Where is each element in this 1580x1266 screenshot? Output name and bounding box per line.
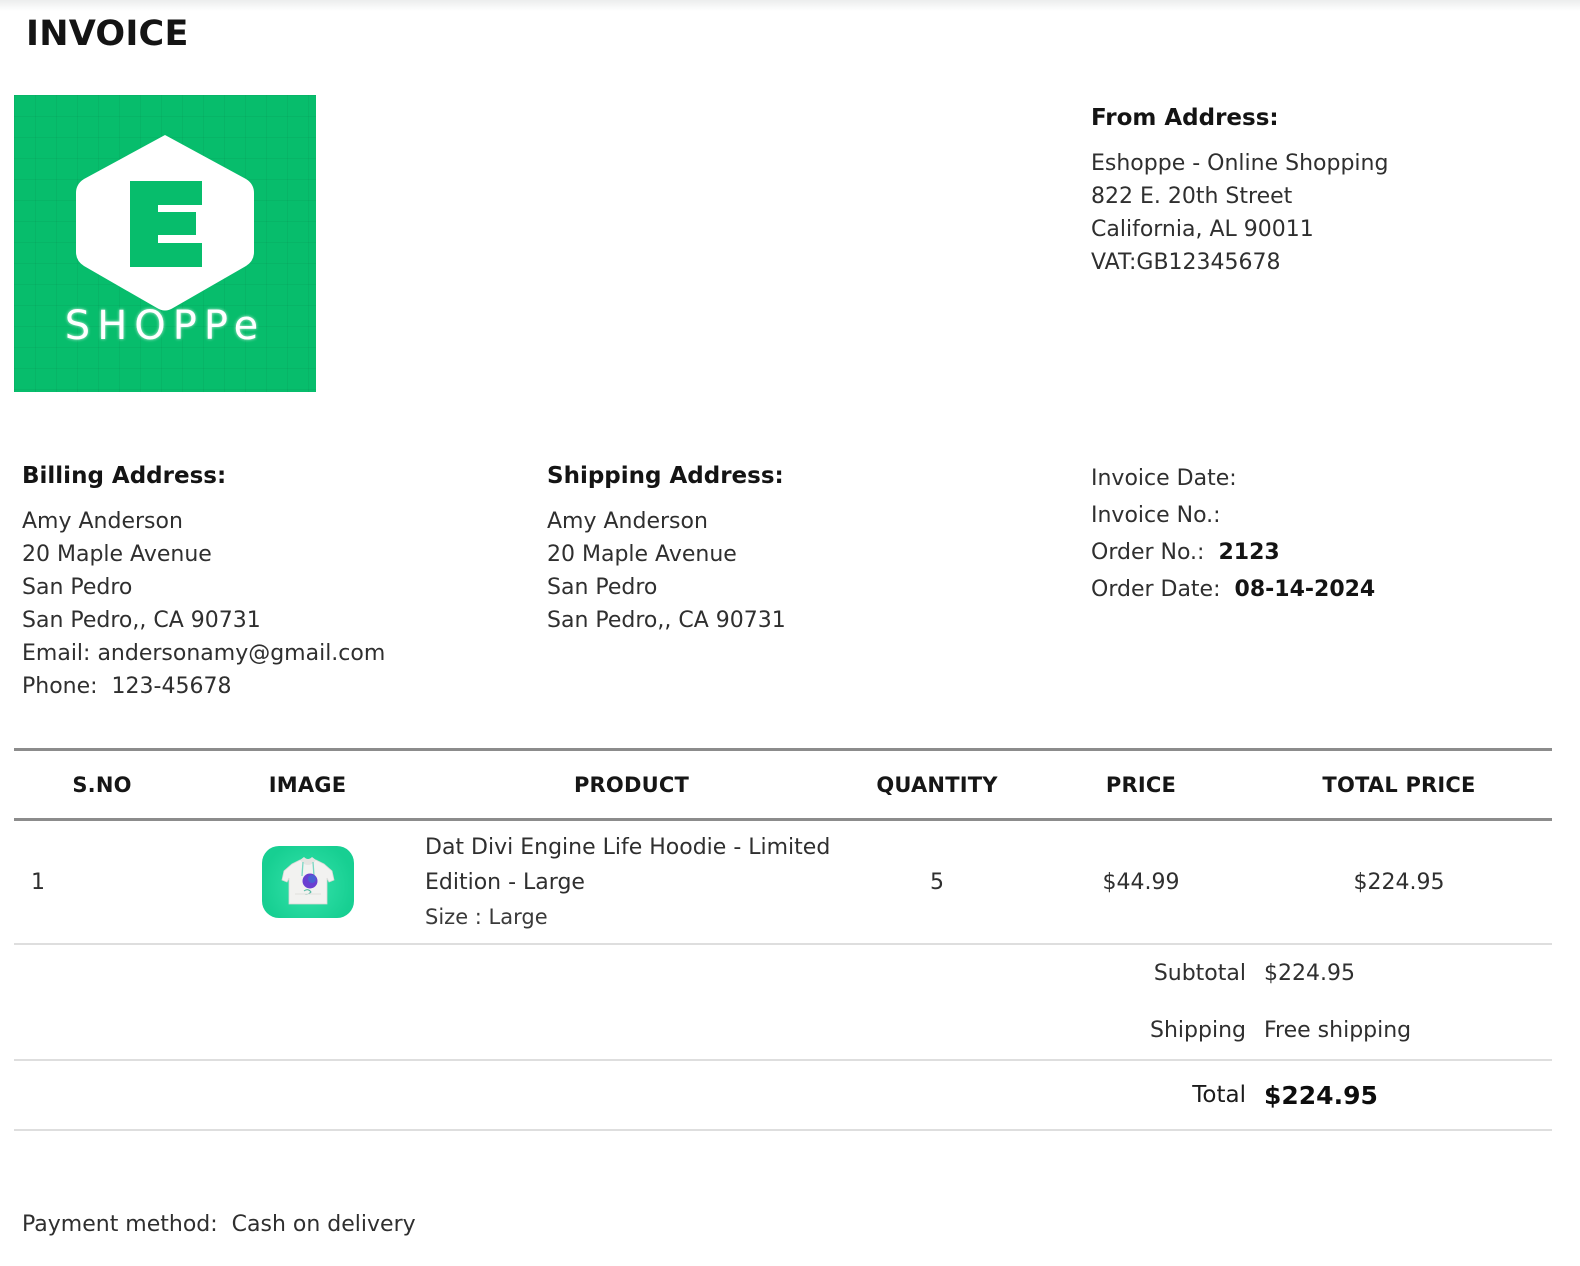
subtotal-label: Subtotal [1153,961,1246,986]
logo-wordmark: SHOPPe [14,303,316,349]
hexagon-e-icon [70,131,260,320]
invoice-no-row: Invoice No.: [1091,497,1551,534]
grand-total-row: Total $224.95 [14,1061,1552,1129]
invoice-date-row: Invoice Date: [1091,460,1551,497]
order-no-row: Order No.: 2123 [1091,534,1551,571]
company-logo: SHOPPe [14,95,316,392]
from-address-line: 822 E. 20th Street [1091,183,1293,209]
billing-address-line: San Pedro [22,574,133,600]
table-row: 1 Dat Divi Engine Life Hoodie - Limited … [14,821,1552,943]
product-name: Dat Divi Engine Life Hoodie - Limited Ed… [425,834,831,895]
column-header-price: PRICE [1105,772,1177,797]
subtotal-row: Subtotal $224.95 [14,945,1552,1002]
total-label: Total [1192,1082,1246,1108]
cell-price: $44.99 [1102,869,1180,895]
shipping-address-heading: Shipping Address: [547,463,784,489]
from-address-line: VAT:GB12345678 [1091,249,1281,275]
order-no-value: 2123 [1218,540,1280,565]
shipping-address-line: San Pedro [547,574,658,600]
billing-address-block: Billing Address: Amy Anderson 20 Maple A… [22,462,522,703]
invoice-date-label: Invoice Date: [1091,466,1237,491]
billing-address-line: San Pedro,, CA 90731 [22,607,261,633]
order-no-label: Order No.: [1091,540,1205,565]
cell-total-price: $224.95 [1353,869,1445,895]
billing-email-line: Email: andersonamy@gmail.com [22,640,386,666]
cell-quantity: 5 [930,869,944,895]
subtotal-value: $224.95 [1264,961,1355,986]
payment-method-text: Payment method: Cash on delivery [22,1212,416,1237]
top-gray-band [0,0,1580,11]
from-address-line: Eshoppe - Online Shopping [1091,150,1389,176]
logo-wordmark-main: SHOPP [64,303,234,349]
cell-image [190,846,425,918]
invoice-page: INVOICE SHOPPe From Address: Eshoppe - O… [0,0,1580,1266]
from-address-block: From Address: Eshoppe - Online Shopping … [1091,104,1531,279]
cell-sno: 1 [31,869,45,895]
column-header-quantity: QUANTITY [876,772,998,797]
shipping-label: Shipping [1150,1018,1246,1043]
billing-address-line: 20 Maple Avenue [22,541,212,567]
shipping-address-line: Amy Anderson [547,508,708,534]
billing-phone-line: Phone: 123-45678 [22,673,232,699]
shipping-row: Shipping Free shipping [14,1002,1552,1059]
page-title: INVOICE [26,14,189,54]
product-size: Size : Large [425,904,548,929]
total-value: $224.95 [1264,1080,1378,1110]
billing-address-heading: Billing Address: [22,463,227,489]
from-address-line: California, AL 90011 [1091,216,1314,242]
column-header-total-price: TOTAL PRICE [1322,772,1476,797]
shipping-value: Free shipping [1264,1018,1412,1043]
billing-address-line: Amy Anderson [22,508,183,534]
logo-wordmark-tail: e [233,303,266,349]
cell-product: Dat Divi Engine Life Hoodie - Limited Ed… [425,830,838,935]
column-header-product: PRODUCT [573,772,690,797]
shipping-address-block: Shipping Address: Amy Anderson 20 Maple … [547,462,1027,637]
order-date-label: Order Date: [1091,577,1221,602]
product-thumbnail-icon [261,846,354,918]
from-address-heading: From Address: [1091,105,1279,131]
line-items-table: S.NO IMAGE PRODUCT QUANTITY PRICE TOTAL … [14,748,1552,1131]
table-header-row: S.NO IMAGE PRODUCT QUANTITY PRICE TOTAL … [14,751,1552,818]
column-header-sno: S.NO [72,772,132,797]
shipping-address-line: San Pedro,, CA 90731 [547,607,786,633]
invoice-meta-block: Invoice Date: Invoice No.: Order No.: 21… [1091,460,1551,608]
table-bottom-rule [14,1129,1552,1131]
column-header-image: IMAGE [268,772,347,797]
shipping-address-line: 20 Maple Avenue [547,541,737,567]
order-date-row: Order Date: 08-14-2024 [1091,571,1551,608]
invoice-no-label: Invoice No.: [1091,503,1221,528]
order-date-value: 08-14-2024 [1234,577,1376,602]
